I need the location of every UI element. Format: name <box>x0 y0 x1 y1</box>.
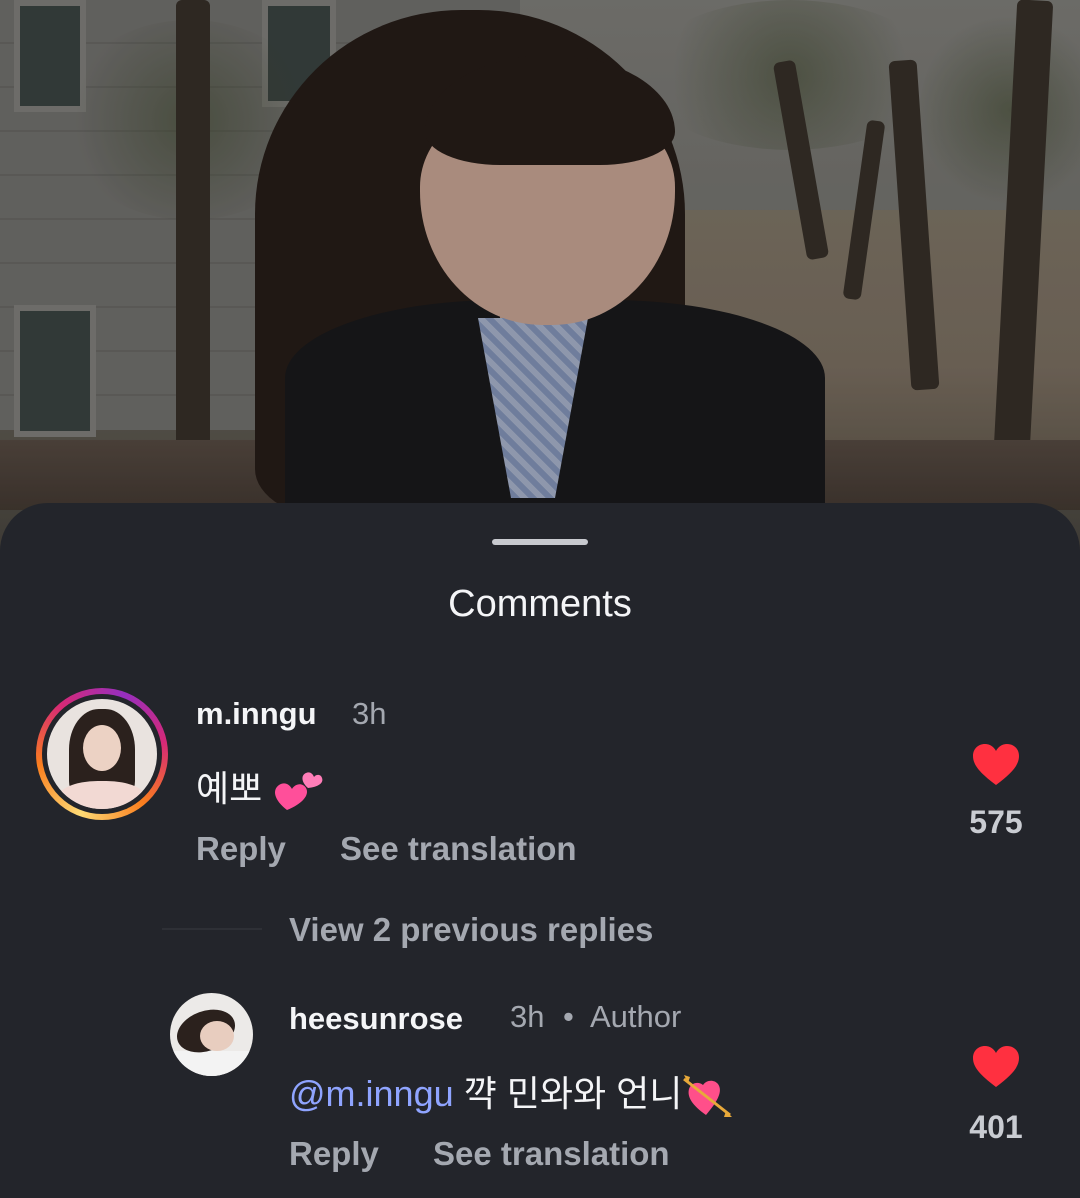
reply-button[interactable]: Reply <box>289 1135 379 1173</box>
comments-sheet: Comments m.inngu 3h 예뽀 Reply See transla… <box>0 503 1080 1198</box>
view-replies-row[interactable]: View 2 previous replies <box>0 903 1080 955</box>
comment-time: 3h <box>352 696 387 731</box>
sheet-drag-handle[interactable] <box>492 539 588 545</box>
reply-username[interactable]: heesunrose <box>289 1001 463 1037</box>
reply-text: @m.inngu 꺅 민와와 언니 <box>289 1065 734 1121</box>
view-previous-replies-button[interactable]: View 2 previous replies <box>289 911 653 949</box>
separator-dot: • <box>563 999 574 1034</box>
see-translation-button[interactable]: See translation <box>340 830 577 868</box>
reply-text-content: 꺅 민와와 언니 <box>463 1073 683 1114</box>
sheet-title: Comments <box>448 583 632 625</box>
comment-text: 예뽀 <box>196 760 324 816</box>
post-photo <box>0 0 1080 560</box>
replies-divider <box>162 928 262 930</box>
avatar[interactable] <box>47 699 157 809</box>
author-badge: Author <box>590 999 682 1034</box>
see-translation-button[interactable]: See translation <box>433 1135 670 1173</box>
heart-with-arrow-icon <box>683 1075 733 1118</box>
like-heart-icon[interactable] <box>972 1045 1020 1089</box>
comment-text-content: 예뽀 <box>196 768 263 809</box>
reply-button[interactable]: Reply <box>196 830 286 868</box>
like-count: 401 <box>969 1109 1023 1145</box>
two-hearts-icon <box>275 772 323 811</box>
mention-link[interactable]: @m.inngu <box>289 1073 454 1114</box>
like-count: 575 <box>969 804 1023 840</box>
like-heart-icon[interactable] <box>972 743 1020 787</box>
photo-dim-overlay <box>0 0 1080 560</box>
reply-time: 3h <box>510 999 545 1034</box>
avatar[interactable] <box>170 993 253 1076</box>
comment-username[interactable]: m.inngu <box>196 696 317 732</box>
